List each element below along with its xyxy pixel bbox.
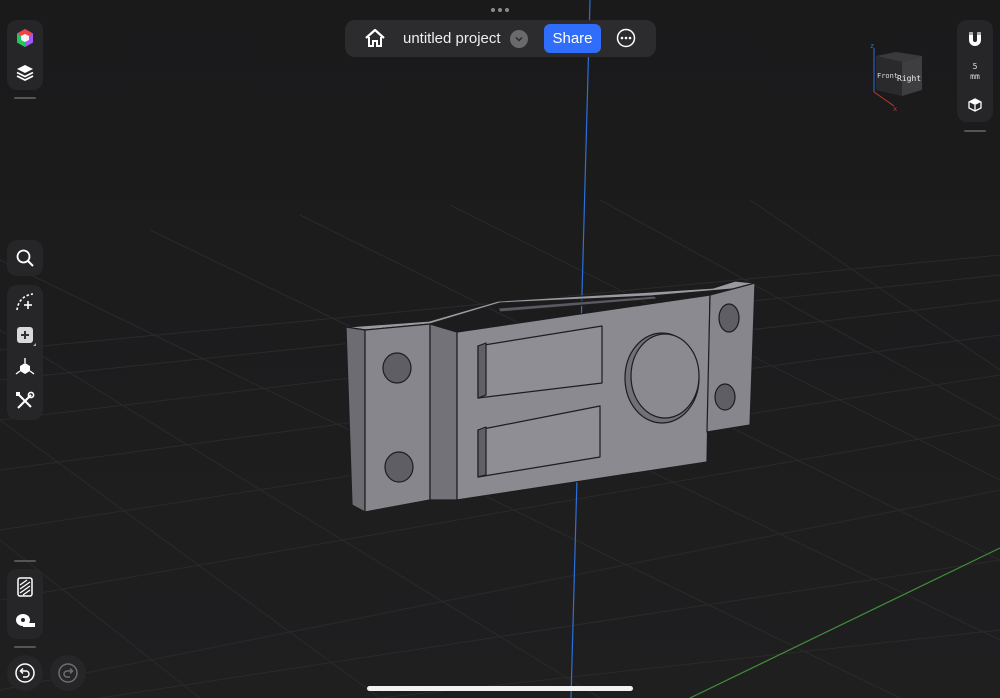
undo-icon — [15, 663, 35, 683]
transform-icon — [15, 358, 35, 375]
search-button[interactable] — [7, 243, 43, 273]
axis-z-label: z — [870, 42, 874, 50]
home-icon[interactable] — [363, 26, 387, 50]
left-top-separator — [14, 97, 36, 99]
add-primitive-icon — [17, 327, 36, 346]
redo-button[interactable] — [50, 655, 86, 691]
undo-button[interactable] — [7, 655, 43, 691]
window-handle-dots[interactable] — [490, 7, 510, 13]
section-view-button[interactable] — [7, 572, 43, 602]
measure-button[interactable] — [7, 606, 43, 636]
chevron-down-icon[interactable] — [510, 30, 528, 48]
share-button[interactable]: Share — [544, 24, 601, 53]
section-view-icon — [17, 577, 33, 597]
snap-increment-label[interactable]: 5 mm — [958, 62, 992, 82]
viewcube-right-label: Right — [897, 74, 921, 83]
layers-button[interactable] — [7, 57, 43, 87]
left-bottom-separator — [14, 560, 36, 562]
tools-icon — [16, 391, 35, 409]
layers-icon — [16, 65, 34, 81]
tape-measure-icon — [16, 614, 35, 627]
project-title[interactable]: untitled project — [403, 30, 501, 47]
snap-value: 5 — [972, 62, 978, 71]
add-primitive-button[interactable] — [7, 320, 43, 350]
snap-toggle-button[interactable] — [957, 24, 993, 54]
redo-icon — [58, 663, 78, 683]
left-top-panel — [7, 20, 43, 90]
appearance-button[interactable] — [7, 23, 43, 53]
3d-viewport[interactable] — [0, 0, 1000, 698]
snap-unit: mm — [970, 72, 980, 81]
search-panel — [7, 240, 43, 276]
tools-button[interactable] — [7, 386, 43, 416]
home-indicator[interactable] — [367, 686, 633, 691]
right-separator — [964, 130, 986, 132]
view-cube[interactable]: Front Right z x — [866, 40, 928, 112]
view-mode-button[interactable] — [957, 90, 993, 120]
color-cube-icon — [17, 29, 33, 47]
search-icon — [16, 249, 34, 267]
more-icon[interactable] — [616, 28, 636, 48]
left-bottom-separator-2 — [14, 646, 36, 648]
viewcube-front-label: Front — [877, 72, 898, 80]
analysis-panel — [7, 569, 43, 639]
sketch-button[interactable] — [7, 287, 43, 317]
view-cube-icon — [968, 98, 982, 112]
sketch-arc-icon — [16, 293, 34, 311]
tools-panel — [7, 285, 43, 420]
transform-button[interactable] — [7, 353, 43, 383]
axis-x-label: x — [893, 105, 897, 112]
magnet-icon — [969, 32, 981, 46]
project-title-bar: untitled project Share — [345, 20, 656, 57]
